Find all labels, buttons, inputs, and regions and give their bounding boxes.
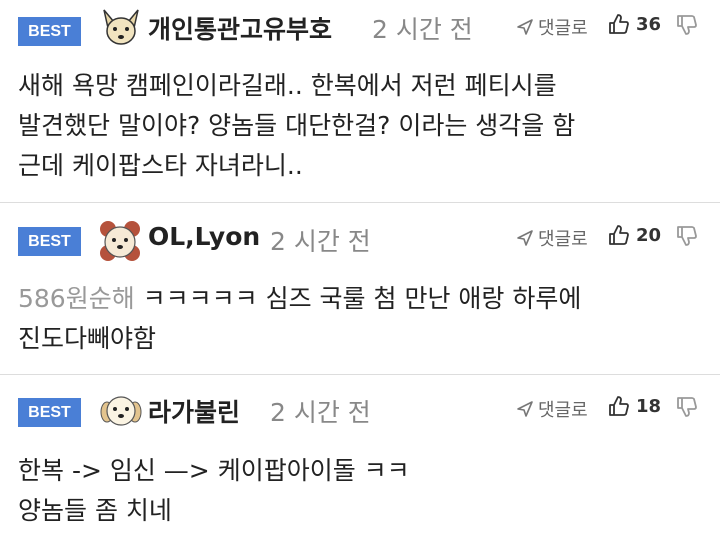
comment-line: 근데 케이팝스타 자녀라니.. — [18, 151, 303, 180]
comment-line: 586원순해 ㅋㅋㅋㅋㅋ 심즈 국룰 첨 만난 애랑 하루에 — [18, 279, 702, 319]
comment-line: 진도다빼야함 — [18, 324, 157, 353]
timestamp: 2 시간 전 — [270, 227, 371, 256]
comment-item: BEST 라가불린 2 시간 전 댓글로 18 한복 -> 임신 —> 케이팝아… — [0, 375, 720, 546]
best-badge: BEST — [18, 17, 81, 46]
like-button[interactable]: 20 — [608, 224, 661, 246]
best-badge: BEST — [18, 227, 81, 256]
reply-button[interactable]: 댓글로 — [516, 225, 588, 251]
reply-label: 댓글로 — [538, 229, 588, 250]
quoted-user[interactable]: 586원순해 — [18, 284, 135, 313]
nickname[interactable]: OL,Lyon — [148, 222, 260, 251]
comment-header: BEST OL,Lyon 2 시간 전 댓글로 20 — [0, 203, 720, 261]
thumbs-down-icon[interactable] — [676, 14, 698, 36]
like-button[interactable]: 36 — [608, 13, 661, 35]
timestamp: 2 시간 전 — [372, 15, 473, 44]
nickname[interactable]: 개인통관고유부호 — [148, 10, 332, 46]
comment-body: 새해 욕망 캠페인이라길래.. 한복에서 저런 페티시를 발견했단 말이야? 양… — [18, 66, 702, 186]
thumbs-down-icon[interactable] — [676, 396, 698, 418]
comment-body: 586원순해 ㅋㅋㅋㅋㅋ 심즈 국룰 첨 만난 애랑 하루에 진도다빼야함 — [18, 279, 702, 359]
thumbs-up-icon — [609, 396, 629, 416]
comment-item: BEST OL,Lyon 2 시간 전 댓글로 20 586원순해 ㅋㅋㅋㅋㅋ … — [0, 203, 720, 375]
comment-item: BEST 개인통관고유부호 2 시간 전 댓글로 36 새해 욕망 캠페인이라길… — [0, 0, 720, 203]
reply-arrow-icon — [517, 401, 533, 417]
nickname[interactable]: 라가불린 — [148, 393, 240, 429]
comment-body: 한복 -> 임신 —> 케이팝아이돌 ㅋㅋ 양놈들 좀 치네 — [18, 451, 702, 531]
comment-line: 양놈들 좀 치네 — [18, 496, 172, 525]
thumbs-up-icon — [609, 225, 629, 245]
reply-button[interactable]: 댓글로 — [516, 14, 588, 40]
comment-header: BEST 개인통관고유부호 2 시간 전 댓글로 36 — [0, 0, 720, 48]
like-count: 18 — [636, 395, 662, 417]
dog-avatar-icon[interactable] — [100, 8, 142, 50]
comment-header: BEST 라가불린 2 시간 전 댓글로 18 — [0, 375, 720, 427]
comment-line: 발견했단 말이야? 양놈들 대단한걸? 이라는 생각을 함 — [18, 111, 576, 140]
like-count: 20 — [636, 224, 662, 246]
best-badge: BEST — [18, 398, 81, 427]
thumbs-up-icon — [609, 14, 629, 34]
thumbs-down-icon[interactable] — [676, 225, 698, 247]
reply-label: 댓글로 — [538, 400, 588, 421]
reply-button[interactable]: 댓글로 — [516, 396, 588, 422]
reply-arrow-icon — [517, 19, 533, 35]
comment-line: 새해 욕망 캠페인이라길래.. 한복에서 저런 페티시를 — [18, 71, 557, 100]
reply-arrow-icon — [517, 230, 533, 246]
reply-label: 댓글로 — [538, 18, 588, 39]
comment-text: ㅋㅋㅋㅋㅋ 심즈 국룰 첨 만난 애랑 하루에 — [134, 284, 582, 313]
dog-avatar-icon[interactable] — [98, 219, 142, 263]
like-button[interactable]: 18 — [608, 395, 661, 417]
comment-line: 한복 -> 임신 —> 케이팝아이돌 ㅋㅋ — [18, 456, 410, 485]
dog-avatar-icon[interactable] — [100, 390, 142, 432]
like-count: 36 — [636, 13, 662, 35]
timestamp: 2 시간 전 — [270, 398, 371, 427]
